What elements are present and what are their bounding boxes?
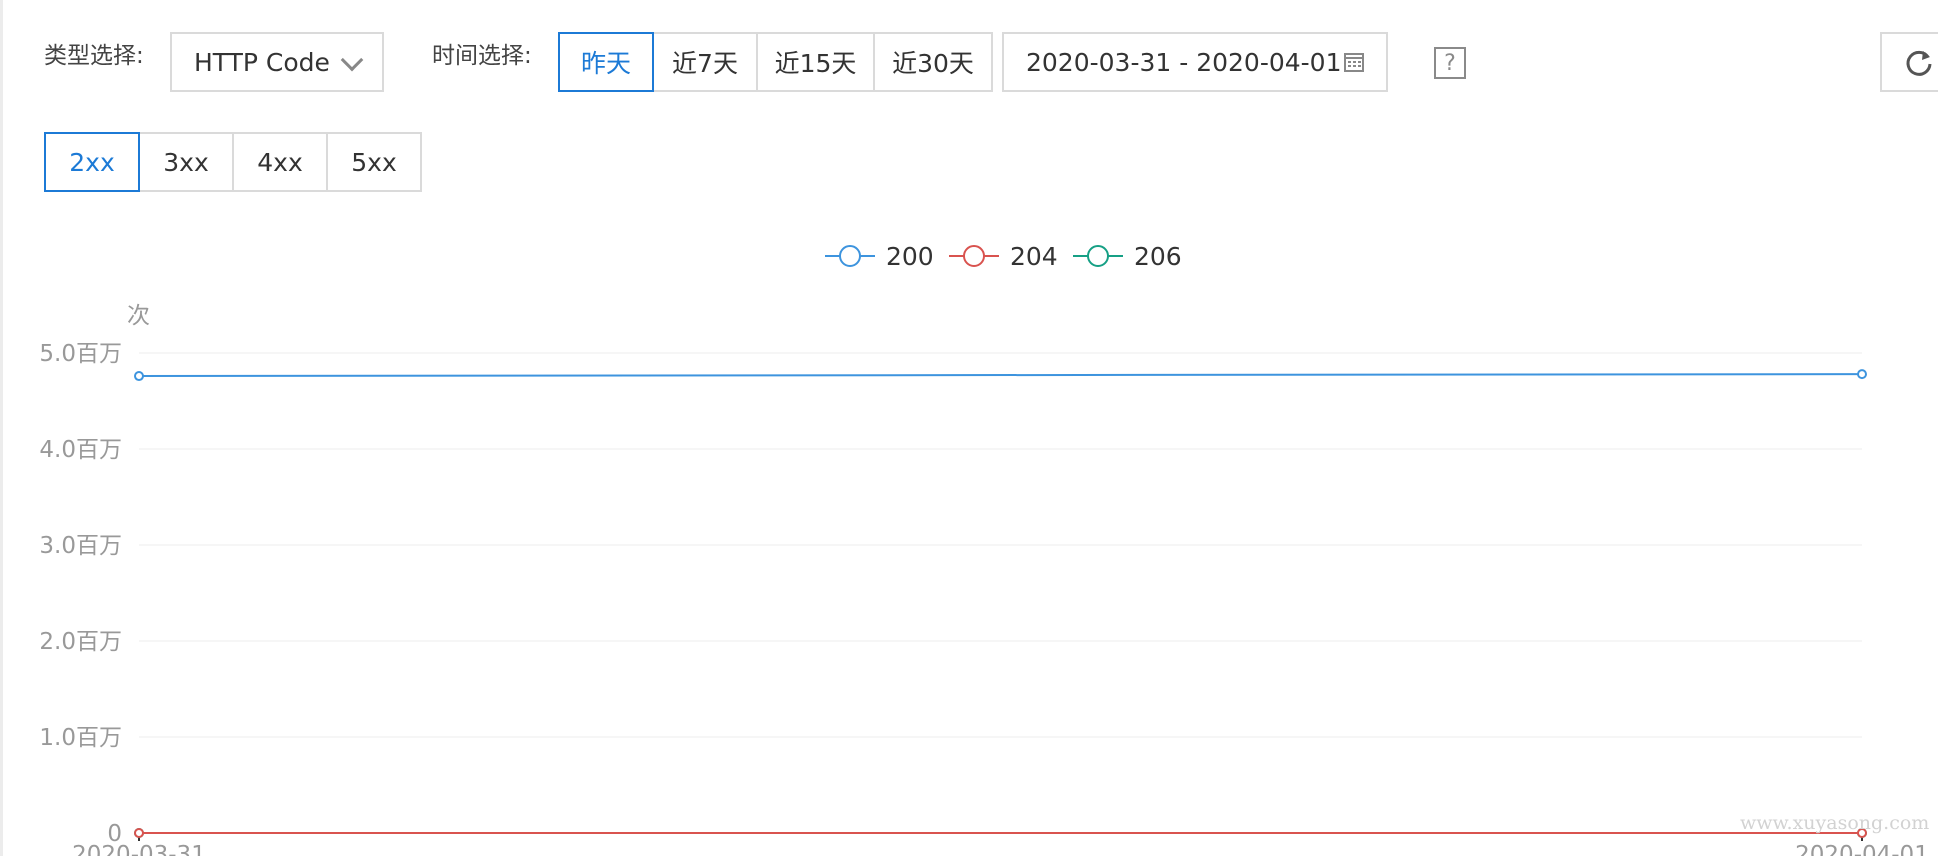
time-button-yesterday[interactable]: 昨天: [558, 32, 654, 92]
watermark: www.xuyasong.com: [1740, 812, 1930, 834]
tab-2xx[interactable]: 2xx: [44, 132, 140, 192]
series-line-200: [138, 373, 1863, 378]
x-tick-label: 2020-04-01: [1795, 842, 1929, 856]
x-tick-label: 2020-03-31: [72, 842, 206, 856]
data-point-200: [134, 371, 144, 382]
y-tick-label: 2.0百万: [39, 629, 122, 655]
y-tick-label: 4.0百万: [39, 437, 122, 463]
line-chart: 01.0百万2.0百万3.0百万4.0百万5.0百万2020-03-31 2020…: [39, 341, 1929, 856]
data-point-200: [1857, 369, 1867, 380]
y-tick-label: 5.0百万: [39, 341, 122, 367]
y-tick-label: 3.0百万: [39, 533, 122, 559]
data-point-204: [134, 828, 144, 838]
y-tick-label: 1.0百万: [39, 725, 122, 751]
